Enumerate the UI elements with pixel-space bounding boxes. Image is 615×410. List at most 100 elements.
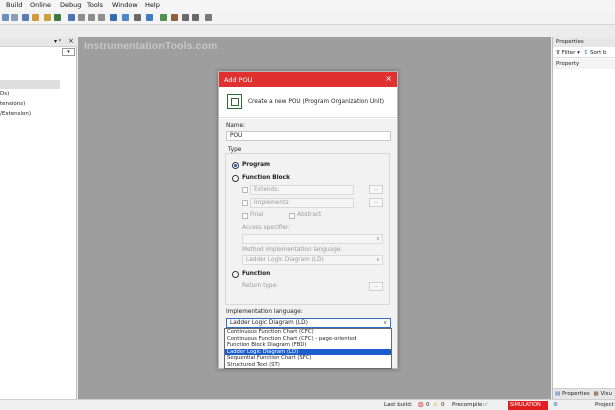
dropdown-option[interactable]: Sequential Function Chart (SFC) — [225, 355, 391, 362]
devices-tree-item[interactable]: /Extension) — [0, 111, 31, 117]
menu-tools[interactable]: Tools — [87, 1, 103, 9]
dropdown-option-selected[interactable]: Ladder Logic Diagram (LD) — [225, 348, 391, 356]
menu-online[interactable]: Online — [30, 1, 51, 9]
bookmark-next-icon[interactable] — [78, 14, 85, 21]
check-icon: ✓ — [484, 402, 489, 408]
function-block-radio[interactable] — [232, 175, 239, 182]
project-icon: ⚙ — [553, 402, 558, 408]
dropdown-option[interactable]: Structured Text (ST) — [225, 362, 391, 369]
simulation-badge: SIMULATION — [508, 401, 548, 410]
properties-tab[interactable]: Properties — [562, 391, 590, 397]
access-specifier-select[interactable] — [242, 234, 383, 244]
rebuild-icon[interactable] — [122, 14, 129, 21]
bookmark-clear-icon[interactable] — [98, 14, 105, 21]
dialog-description: Create a new POU (Program Organization U… — [248, 99, 384, 105]
bookmark-prev-icon[interactable] — [88, 14, 95, 21]
properties-panel-title: Properties — [553, 37, 615, 47]
impl-language-label: Implementation language: — [226, 309, 303, 315]
devices-panel: ▾ ᵖ × ▾ Ds) tensions) /Extension) — [0, 37, 77, 399]
final-label: Final — [250, 212, 264, 218]
panel-pin-icon[interactable]: ▾ ᵖ — [54, 38, 62, 45]
device-icon[interactable] — [44, 14, 51, 21]
program-label[interactable]: Program — [242, 162, 270, 168]
filter-icon: ⊽ — [556, 50, 561, 56]
menu-build[interactable]: Build — [6, 1, 22, 9]
visu-tab-icon: ▦ — [593, 391, 599, 397]
chevron-down-icon: ▾ — [577, 50, 580, 56]
menu-help[interactable]: Help — [145, 1, 160, 9]
method-impl-select[interactable]: Ladder Logic Diagram (LD) — [242, 255, 383, 265]
function-label[interactable]: Function — [242, 271, 270, 277]
devices-tree-selected-row[interactable] — [0, 80, 60, 89]
access-specifier-label: Access specifier: — [242, 225, 291, 231]
online-login-icon[interactable] — [160, 14, 167, 21]
generate-code-icon[interactable] — [134, 14, 141, 21]
dropdown-option[interactable]: Continuous Function Chart (CFC) - page-o… — [225, 336, 391, 343]
simulation-icon[interactable] — [205, 14, 212, 21]
status-bar: Last build: ⨂ 0 ⚠ 0 Precompile: ✓ SIMULA… — [0, 399, 615, 410]
dropdown-option[interactable]: Continuous Function Chart (CFC) — [225, 329, 391, 336]
bookmark-icon[interactable] — [68, 14, 75, 21]
impl-language-dropdown: Continuous Function Chart (CFC) Continuo… — [224, 328, 392, 369]
impl-language-value: Ladder Logic Diagram (LD) — [230, 320, 308, 326]
properties-panel: Properties ⊽ Filter ▾ ↕ Sort b Property … — [552, 37, 615, 399]
online-logout-icon[interactable] — [171, 14, 178, 21]
menu-debug[interactable]: Debug — [60, 1, 81, 9]
function-radio[interactable] — [232, 271, 239, 278]
menu-bar: Build Online Debug Tools Window Help — [0, 0, 615, 11]
replace-icon[interactable] — [32, 14, 39, 21]
sort-button[interactable]: Sort b — [590, 50, 607, 56]
name-input[interactable]: POU — [226, 131, 391, 141]
menu-window[interactable]: Window — [112, 1, 138, 9]
abstract-label: Abstract — [297, 212, 322, 218]
close-icon[interactable]: × — [385, 74, 392, 83]
error-count: 0 — [426, 402, 430, 408]
dialog-header: Create a new POU (Program Organization U… — [219, 87, 397, 118]
project-label: Project — [595, 402, 614, 408]
devices-panel-dropdown[interactable]: ▾ — [62, 48, 75, 56]
chevron-down-icon: ∨ — [383, 320, 387, 326]
impl-language-select[interactable]: Ladder Logic Diagram (LD) ∨ — [226, 318, 391, 328]
visu-tab[interactable]: Visu — [600, 391, 612, 397]
stop-icon[interactable] — [192, 14, 199, 21]
sort-icon: ↕ — [583, 50, 589, 56]
function-block-label[interactable]: Function Block — [242, 175, 290, 181]
paste-icon[interactable] — [2, 14, 9, 21]
extends-browse-button[interactable]: ... — [369, 185, 383, 194]
last-build-label: Last build: — [384, 402, 413, 408]
filter-button[interactable]: Filter — [562, 50, 576, 56]
dialog-title: Add POU — [224, 76, 253, 84]
return-type-browse-button[interactable]: ... — [369, 282, 383, 291]
extends-field[interactable]: Extends: — [250, 185, 354, 195]
method-impl-label: Method implementation language: — [242, 247, 343, 253]
watermark-text: InstrumentationTools.com — [84, 40, 218, 52]
extends-checkbox[interactable] — [242, 187, 248, 193]
properties-footer-tabs: ▤ Properties ▦ Visu — [553, 388, 615, 399]
return-type-label: Return type: — [242, 283, 278, 289]
program-radio[interactable] — [232, 162, 239, 169]
properties-toolbar: ⊽ Filter ▾ ↕ Sort b — [553, 48, 615, 58]
abstract-checkbox[interactable] — [289, 213, 295, 219]
implements-field[interactable]: Implements: — [250, 198, 354, 208]
implements-browse-button[interactable]: ... — [369, 198, 383, 207]
dropdown-option[interactable]: Function Block Diagram (FBD) — [225, 342, 391, 349]
find-icon[interactable] — [22, 14, 29, 21]
run-icon[interactable] — [182, 14, 189, 21]
pou-icon — [227, 94, 242, 109]
warning-icon: ⚠ — [433, 402, 438, 408]
devices-panel-header: ▾ ᵖ × — [0, 37, 77, 47]
toolbar — [0, 11, 615, 25]
add-pou-dialog: Add POU × Create a new POU (Program Orga… — [218, 71, 398, 369]
devices-tree-item[interactable]: Ds) — [0, 91, 9, 97]
build-icon[interactable] — [110, 14, 117, 21]
chevron-down-icon: ∨ — [376, 257, 380, 263]
add-object-icon[interactable] — [54, 14, 61, 21]
warning-count: 0 — [441, 402, 445, 408]
devices-tree-item[interactable]: tensions) — [0, 101, 25, 107]
panel-close-icon[interactable]: × — [68, 37, 74, 45]
delete-icon[interactable] — [11, 14, 18, 21]
login-icon[interactable] — [146, 14, 153, 21]
final-checkbox[interactable] — [242, 213, 248, 219]
implements-checkbox[interactable] — [242, 200, 248, 206]
property-column-header: Property — [553, 59, 615, 69]
